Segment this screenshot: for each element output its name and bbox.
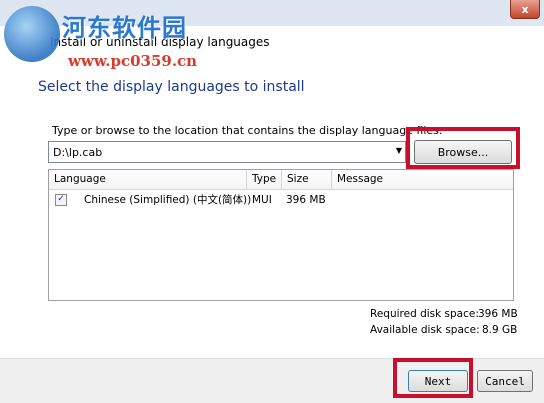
cancel-button[interactable]: Cancel: [477, 370, 533, 392]
row-language: Chinese (Simplified) (中文(简体)): [84, 194, 252, 206]
column-header-type[interactable]: Type: [247, 170, 282, 189]
column-header-size[interactable]: Size: [282, 170, 332, 189]
highlight-box-browse: [406, 127, 520, 169]
path-value: D:\lp.cab: [53, 146, 103, 159]
watermark-url: www.pc0359.cn: [68, 52, 198, 70]
column-header-language[interactable]: Language: [49, 170, 247, 189]
table-row[interactable]: ✓ Chinese (Simplified) (中文(简体)) MUI 396 …: [49, 191, 513, 209]
page-heading: Select the display languages to install: [38, 79, 305, 95]
available-space-value: 8.9 GB: [482, 324, 518, 336]
path-label: Type or browse to the location that cont…: [52, 124, 443, 137]
watermark-name: 河东软件园: [62, 13, 187, 42]
close-icon: x: [521, 2, 529, 16]
close-button[interactable]: x: [510, 0, 540, 19]
available-space-label: Available disk space:: [370, 324, 480, 336]
highlight-box-next: [393, 358, 473, 398]
column-header-message[interactable]: Message: [332, 170, 513, 189]
row-checkbox[interactable]: ✓: [55, 194, 67, 206]
language-list[interactable]: Language Type Size Message ✓ Chinese (Si…: [48, 169, 514, 301]
required-space-label: Required disk space:: [370, 308, 479, 320]
row-size: 396 MB: [286, 194, 326, 206]
required-space-value: 396 MB: [478, 308, 518, 320]
row-type: MUI: [252, 194, 272, 206]
chevron-down-icon[interactable]: ▼: [396, 146, 402, 155]
watermark-globe-icon: [4, 6, 60, 62]
watermark-logo: 河东软件园 www.pc0359.cn: [4, 2, 264, 72]
path-combobox[interactable]: D:\lp.cab ▼: [48, 141, 406, 163]
list-header: Language Type Size Message: [49, 170, 513, 190]
